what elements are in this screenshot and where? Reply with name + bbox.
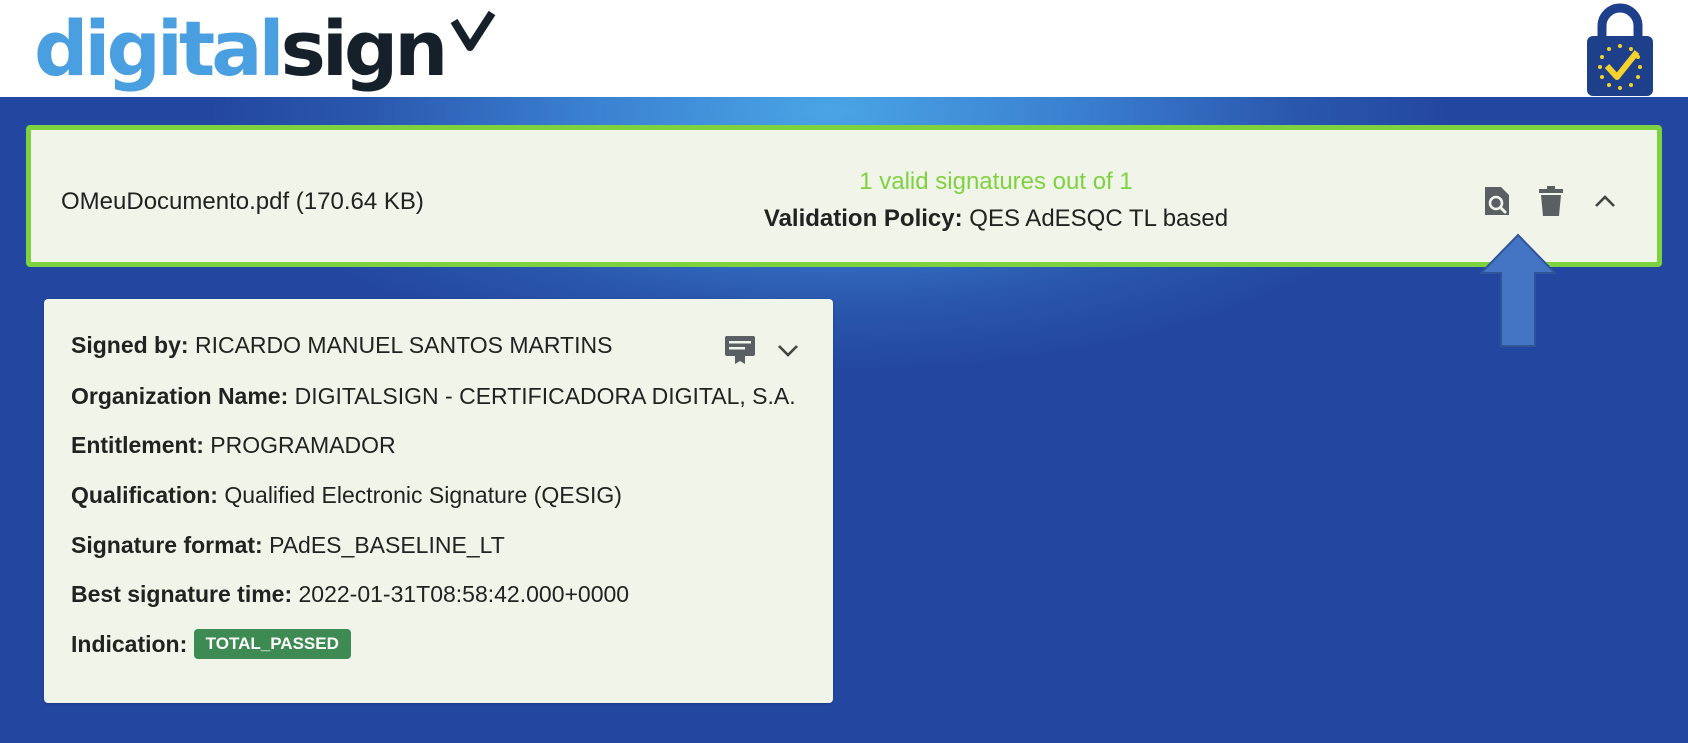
expand-signature-button[interactable] xyxy=(772,333,804,367)
organization-value: DIGITALSIGN - CERTIFICADORA DIGITAL, S.A… xyxy=(288,383,796,409)
qualification-row: Qualification: Qualified Electronic Sign… xyxy=(71,482,622,509)
document-card: OMeuDocumento.pdf (170.64 KB) 1 valid si… xyxy=(26,125,1662,267)
signature-format-value: PAdES_BASELINE_LT xyxy=(262,532,505,558)
validation-summary: 1 valid signatures out of 1 Validation P… xyxy=(631,168,1361,233)
chevron-up-icon xyxy=(1595,195,1615,207)
view-report-button[interactable] xyxy=(1481,184,1513,218)
delete-button[interactable] xyxy=(1535,184,1567,218)
signed-by-value: RICARDO MANUEL SANTOS MARTINS xyxy=(188,332,613,358)
eu-trust-lock-icon xyxy=(1587,3,1653,96)
organization-row: Organization Name: DIGITALSIGN - CERTIFI… xyxy=(71,383,796,410)
document-search-icon xyxy=(1485,187,1509,215)
trash-icon xyxy=(1539,186,1563,216)
indication-label: Indication: xyxy=(71,631,188,658)
chevron-down-icon xyxy=(778,345,798,357)
qualification-label: Qualification: xyxy=(71,482,218,508)
signed-by-row: Signed by: RICARDO MANUEL SANTOS MARTINS xyxy=(71,332,612,359)
best-signature-time-row: Best signature time: 2022-01-31T08:58:42… xyxy=(71,581,629,608)
signature-format-label: Signature format: xyxy=(71,532,263,558)
collapse-button[interactable] xyxy=(1589,184,1621,218)
certificate-icon xyxy=(725,336,755,364)
entitlement-value: PROGRAMADOR xyxy=(203,432,396,458)
document-actions xyxy=(1481,184,1621,218)
entitlement-row: Entitlement: PROGRAMADOR xyxy=(71,432,396,459)
best-signature-time-label: Best signature time: xyxy=(71,581,293,607)
indication-row: Indication: TOTAL_PASSED xyxy=(71,629,351,661)
signed-by-label: Signed by: xyxy=(71,332,189,358)
validation-policy-value: QES AdESQC TL based xyxy=(962,205,1229,232)
organization-label: Organization Name: xyxy=(71,383,289,409)
entitlement-label: Entitlement: xyxy=(71,432,204,458)
document-filename: OMeuDocumento.pdf (170.64 KB) xyxy=(61,188,424,215)
header-bar: digital sign xyxy=(0,0,1688,97)
valid-signatures-text: 1 valid signatures out of 1 xyxy=(859,168,1133,195)
certificate-button[interactable] xyxy=(724,333,756,367)
logo-check-icon xyxy=(450,10,496,51)
digitalsign-logo: digital sign xyxy=(34,0,496,97)
logo-text-digital: digital xyxy=(34,3,285,93)
qualification-value: Qualified Electronic Signature (QESIG) xyxy=(217,482,622,508)
logo-text-sign: sign xyxy=(280,3,449,93)
up-arrow-annotation xyxy=(1479,233,1557,347)
validation-policy: Validation Policy: QES AdESQC TL based xyxy=(631,205,1361,233)
signature-format-row: Signature format: PAdES_BASELINE_LT xyxy=(71,532,505,559)
signature-details-card: Signed by: RICARDO MANUEL SANTOS MARTINS… xyxy=(44,299,833,703)
validation-policy-label: Validation Policy: xyxy=(763,205,963,232)
signature-actions xyxy=(724,333,804,367)
best-signature-time-value: 2022-01-31T08:58:42.000+0000 xyxy=(292,581,630,607)
status-badge: TOTAL_PASSED xyxy=(193,629,351,659)
